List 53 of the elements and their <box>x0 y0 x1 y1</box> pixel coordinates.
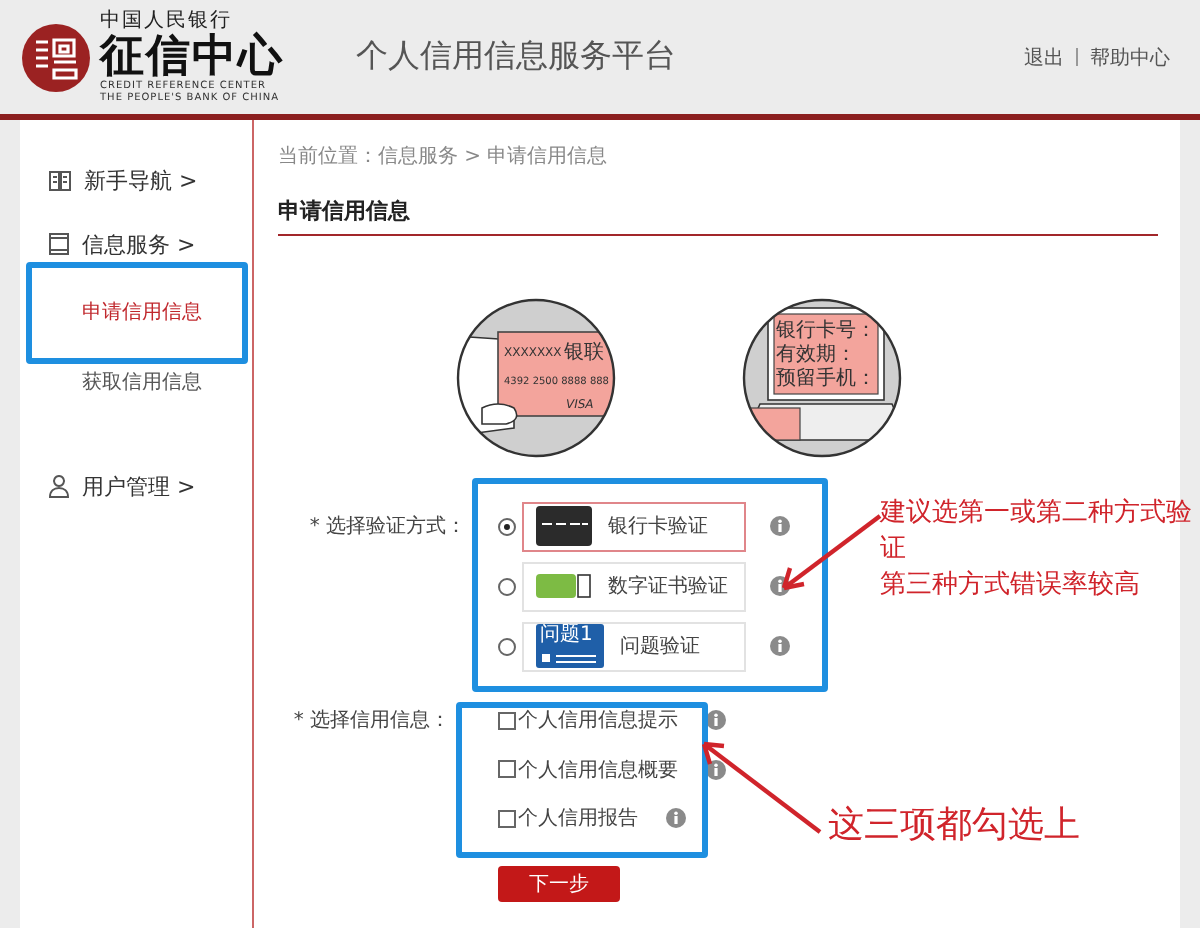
sidebar-item[interactable]: 获取信用信息 <box>82 368 202 396</box>
checkbox-label[interactable]: 个人信用信息概要 <box>518 755 678 784</box>
form-label-text: 有效期： <box>776 344 856 366</box>
checkbox-label[interactable]: 个人信用报告 <box>518 804 638 833</box>
option-label: 问题验证 <box>620 634 700 660</box>
card-icon <box>536 506 592 546</box>
user-icon <box>48 474 70 498</box>
radio-button[interactable] <box>498 517 516 535</box>
section-heading: 申请信用信息 <box>278 196 1158 236</box>
info-icon[interactable] <box>666 808 686 829</box>
annotation-arrow <box>701 741 822 834</box>
verification-option[interactable]: 数字证书验证 <box>522 561 746 611</box>
info-icon[interactable] <box>770 636 790 656</box>
logo-icon <box>20 21 92 93</box>
verification-option[interactable]: 银行卡验证 <box>522 501 746 551</box>
info-icon[interactable] <box>706 710 726 731</box>
card-logo-text: 银联 <box>564 342 604 364</box>
checkbox[interactable] <box>498 711 516 730</box>
option-label: 数字证书验证 <box>608 573 728 600</box>
device-icon <box>48 232 70 256</box>
question-card-icon <box>536 624 604 668</box>
usb-key-icon <box>536 574 592 598</box>
annotation-text: 建议选第一或第二种方式验证 <box>880 496 1194 568</box>
checkbox-label[interactable]: 个人信用信息提示 <box>518 706 678 735</box>
next-button[interactable]: 下一步 <box>498 865 620 901</box>
sidebar-item[interactable]: 申请信用信息 <box>82 298 202 326</box>
checkbox[interactable] <box>498 809 516 828</box>
info-icon[interactable] <box>770 516 790 536</box>
verification-option[interactable]: 问题1 问题验证 <box>522 621 746 671</box>
annotation-arrow <box>781 514 882 591</box>
field-label: * 选择信用信息： <box>291 707 450 735</box>
header-link[interactable]: 退出 <box>1024 43 1064 71</box>
sidebar-item[interactable]: 信息服务 > <box>82 229 196 259</box>
info-icon[interactable] <box>770 576 790 596</box>
annotation-text: 这三项都勾选上 <box>828 804 1080 848</box>
form-label-text: 银行卡号： <box>776 320 876 342</box>
logo-name: 征信中心 <box>100 32 284 80</box>
form-label-text: 预留手机： <box>776 368 876 390</box>
field-label: * 选择验证方式： <box>307 513 466 540</box>
radio-button[interactable] <box>498 577 516 595</box>
sidebar-item[interactable]: 用户管理 > <box>82 471 196 501</box>
annotation-text: 第三种方式错误率较高 <box>880 568 1142 604</box>
header-link[interactable]: 帮助中心 <box>1090 43 1170 71</box>
logo-subtitle: 中国人民银行 <box>100 10 232 32</box>
option-label: 银行卡验证 <box>608 513 708 540</box>
book-icon <box>48 169 72 191</box>
radio-button[interactable] <box>498 637 516 655</box>
checkbox[interactable] <box>498 760 516 779</box>
info-icon[interactable] <box>706 759 726 780</box>
site-title: 个人信用信息服务平台 <box>356 36 676 78</box>
icon-badge-text: 问题1 <box>540 624 593 648</box>
sidebar-item[interactable]: 新手导航 > <box>84 165 198 195</box>
breadcrumb: 当前位置：信息服务 > 申请信用信息 <box>278 144 610 172</box>
